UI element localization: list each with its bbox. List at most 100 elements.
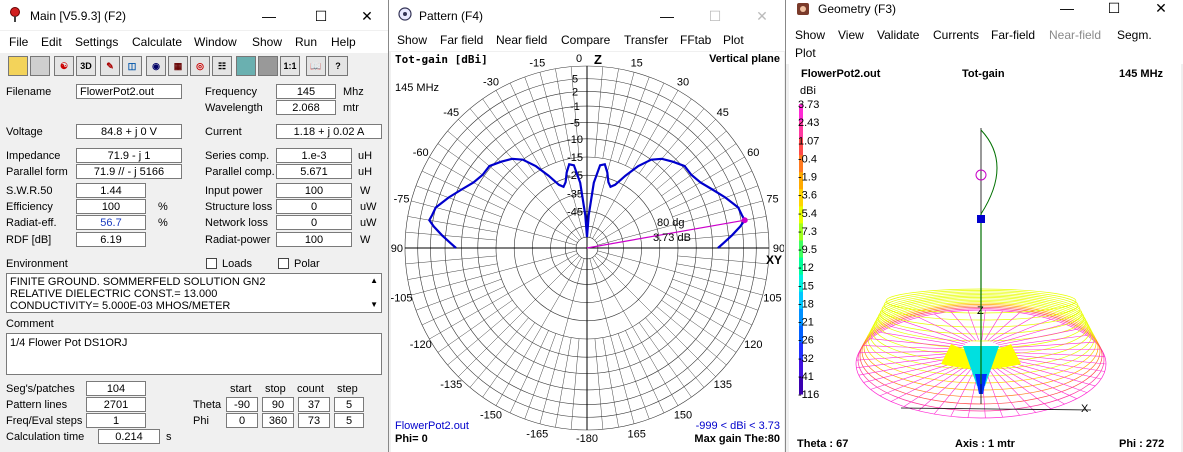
phi-start-field[interactable]: 0 <box>226 413 258 428</box>
loads-checkbox[interactable] <box>206 258 217 269</box>
grid-icon[interactable]: ▦ <box>168 56 188 76</box>
radiat-eff-field[interactable]: 56.7 <box>76 215 146 230</box>
grid-spoke <box>596 156 745 243</box>
theta-step-field[interactable]: 5 <box>334 397 364 412</box>
geometry-close-button[interactable]: ✕ <box>1138 0 1183 20</box>
menu-show[interactable]: Show <box>252 35 282 49</box>
efficiency-field[interactable]: 100 <box>76 199 146 214</box>
network-loss-field[interactable]: 0 <box>276 215 352 230</box>
menu-run[interactable]: Run <box>295 35 317 49</box>
scroll-down-icon[interactable]: ▼ <box>370 299 378 311</box>
phi-count-field[interactable]: 73 <box>298 413 330 428</box>
open-icon[interactable] <box>8 56 28 76</box>
grid-spoke <box>677 231 769 241</box>
theta-count-field[interactable]: 37 <box>298 397 330 412</box>
comment-text[interactable]: 1/4 Flower Pot DS1ORJ <box>6 333 382 375</box>
book-icon[interactable]: 📖 <box>306 56 326 76</box>
grid-spoke <box>596 253 745 340</box>
pattern-maximize-button[interactable]: ☐ <box>692 4 738 28</box>
header-start: start <box>230 383 252 395</box>
grid-spoke <box>415 278 502 311</box>
comment-value: 1/4 Flower Pot DS1ORJ <box>10 337 128 349</box>
scroll-up-icon[interactable]: ▲ <box>370 275 378 287</box>
menu-calculate[interactable]: Calculate <box>132 35 182 49</box>
series-comp-field[interactable]: 1.e-3 <box>276 148 352 163</box>
structure-loss-field[interactable]: 0 <box>276 199 352 214</box>
parallel-comp-field[interactable]: 5.671 <box>276 164 352 179</box>
menu-near-field[interactable]: Near field <box>496 33 547 47</box>
menu-plot[interactable]: Plot <box>723 33 744 47</box>
geometry-minimize-button[interactable]: — <box>1044 0 1090 20</box>
calculator-icon[interactable] <box>236 56 256 76</box>
scale-value: 2.43 <box>798 117 819 129</box>
impedance-field[interactable]: 71.9 - j 1 <box>76 148 182 163</box>
calc-time-unit: s <box>166 431 172 443</box>
wavelength-field[interactable]: 2.068 <box>276 100 336 115</box>
menu-file[interactable]: File <box>9 35 28 49</box>
menu-window[interactable]: Window <box>194 35 237 49</box>
angle-label: 15 <box>631 58 643 70</box>
filename-field[interactable]: FlowerPot2.out <box>76 84 182 99</box>
menu-validate[interactable]: Validate <box>877 28 919 42</box>
3d-view-icon[interactable]: ◫ <box>122 56 142 76</box>
grid-view-icon[interactable] <box>258 56 278 76</box>
menu-view[interactable]: View <box>838 28 864 42</box>
antenna-icon[interactable]: ☯ <box>54 56 74 76</box>
edit-icon[interactable]: ✎ <box>100 56 120 76</box>
calc-time-field[interactable]: 0.214 <box>98 429 160 444</box>
menu-settings[interactable]: Settings <box>75 35 118 49</box>
swr-label: S.W.R.50 <box>6 185 53 197</box>
menu-compare[interactable]: Compare <box>561 33 610 47</box>
theta-stop-field[interactable]: 90 <box>262 397 294 412</box>
menu-show[interactable]: Show <box>795 28 825 42</box>
menu-near-field[interactable]: Near-field <box>1049 28 1101 42</box>
minimize-button[interactable]: — <box>246 4 292 28</box>
pattern-lines-field[interactable]: 2701 <box>86 397 146 412</box>
environment-text[interactable]: FINITE GROUND. SOMMERFELD SOLUTION GN2 R… <box>6 273 382 313</box>
ring-label: -25 <box>567 170 583 182</box>
menu-plot[interactable]: Plot <box>795 46 816 60</box>
radiat-eff-unit: % <box>158 217 168 229</box>
menu-far-field[interactable]: Far-field <box>991 28 1035 42</box>
menu-segm[interactable]: Segm. <box>1117 28 1152 42</box>
swr-field[interactable]: 1.44 <box>76 183 146 198</box>
nec-icon[interactable]: ☷ <box>212 56 232 76</box>
save-icon[interactable] <box>30 56 50 76</box>
scale-unit: dBi <box>800 85 816 97</box>
pattern-file: FlowerPot2.out <box>395 420 469 432</box>
menu-edit[interactable]: Edit <box>41 35 62 49</box>
theta-start-field[interactable]: -90 <box>226 397 258 412</box>
freq-eval-field[interactable]: 1 <box>86 413 146 428</box>
grid-spoke <box>676 263 767 280</box>
geometry-maximize-button[interactable]: ☐ <box>1091 0 1137 20</box>
maximize-button[interactable]: ☐ <box>298 4 344 28</box>
close-button[interactable]: ✕ <box>344 4 388 28</box>
ring-label: -15 <box>567 152 583 164</box>
pattern-minimize-button[interactable]: — <box>644 4 690 28</box>
menu-fftab[interactable]: FFtab <box>680 33 711 47</box>
target-icon[interactable]: ◎ <box>190 56 210 76</box>
input-power-field[interactable]: 100 <box>276 183 352 198</box>
menu-currents[interactable]: Currents <box>933 28 979 42</box>
current-field[interactable]: 1.18 + j 0.02 A <box>276 124 382 139</box>
angle-label: -120 <box>410 339 432 351</box>
3d-icon[interactable]: 3D <box>76 56 96 76</box>
ratio-icon[interactable]: 1:1 <box>280 56 300 76</box>
help-icon[interactable]: ? <box>328 56 348 76</box>
rdf-field[interactable]: 6.19 <box>76 232 146 247</box>
menu-transfer[interactable]: Transfer <box>624 33 668 47</box>
phi-stop-field[interactable]: 360 <box>262 413 294 428</box>
globe-icon[interactable]: ◉ <box>146 56 166 76</box>
frequency-field[interactable]: 145 <box>276 84 336 99</box>
voltage-field[interactable]: 84.8 + j 0 V <box>76 124 182 139</box>
pattern-app-icon <box>398 7 412 21</box>
pattern-close-button[interactable]: ✕ <box>739 4 785 28</box>
polar-checkbox[interactable] <box>278 258 289 269</box>
radiat-power-field[interactable]: 100 <box>276 232 352 247</box>
parallel-form-field[interactable]: 71.9 // - j 5166 <box>76 164 182 179</box>
menu-show[interactable]: Show <box>397 33 427 47</box>
phi-step-field[interactable]: 5 <box>334 413 364 428</box>
menu-help[interactable]: Help <box>331 35 356 49</box>
menu-far-field[interactable]: Far field <box>440 33 483 47</box>
segs-field[interactable]: 104 <box>86 381 146 396</box>
